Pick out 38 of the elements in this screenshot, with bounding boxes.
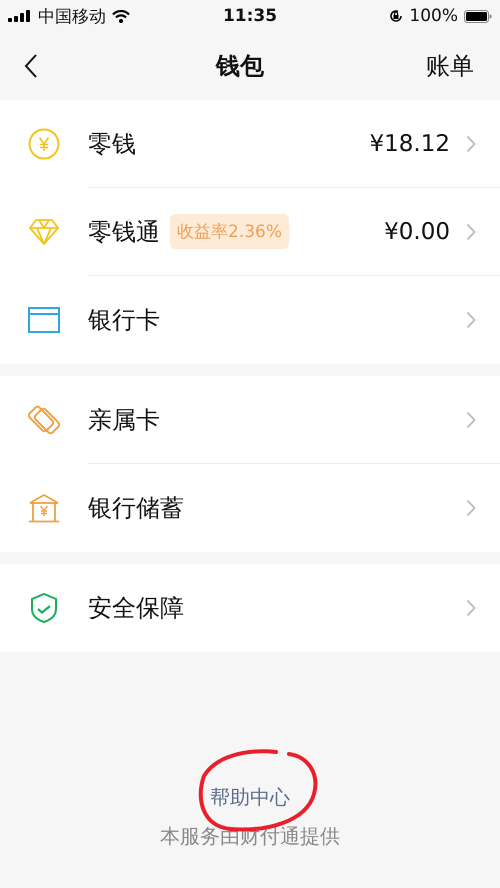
- rotation-lock-icon: [389, 9, 404, 23]
- menu-item[interactable]: 银行卡: [0, 276, 500, 364]
- help-center-link[interactable]: 帮助中心: [210, 785, 290, 809]
- carrier-name: 中国移动: [38, 6, 106, 28]
- balance-amount: ¥18.12: [370, 130, 450, 156]
- item-label: 零钱通: [88, 216, 160, 248]
- chevron-icon: [466, 499, 476, 517]
- item-label: 安全保障: [88, 593, 184, 624]
- chevron-icon: [466, 311, 476, 329]
- menu-item[interactable]: 安全保障: [0, 564, 500, 652]
- item-label: 银行卡: [88, 305, 160, 336]
- menu-item[interactable]: 银行储蓄: [0, 464, 500, 552]
- bank-building-icon: [28, 493, 60, 523]
- status-time: 11:35: [222, 6, 278, 26]
- item-label: 零钱: [88, 128, 136, 160]
- menu-item[interactable]: 亲属卡: [0, 376, 500, 464]
- battery-percent: 100%: [409, 6, 458, 26]
- shield-check-icon: [30, 592, 58, 624]
- back-icon: [24, 53, 38, 79]
- battery-icon: [464, 10, 492, 22]
- bill-button[interactable]: 账单: [426, 50, 474, 82]
- item-label: 银行储蓄: [88, 493, 184, 524]
- item-label: 亲属卡: [88, 404, 160, 436]
- wifi-icon: [112, 10, 130, 22]
- page-title: 钱包: [216, 51, 264, 82]
- chevron-icon: [466, 222, 476, 240]
- menu-item[interactable]: 零钱 ¥18.12: [0, 100, 500, 188]
- chevron-icon: [466, 599, 476, 617]
- signal-icon: [8, 10, 32, 22]
- balance-amount: ¥0.00: [384, 218, 450, 244]
- diamond-icon: [28, 218, 60, 246]
- linked-cards-icon: [28, 404, 60, 436]
- menu-item[interactable]: 零钱通 收益率2.36% ¥0.00: [0, 188, 500, 276]
- bank-card-icon: [28, 307, 60, 333]
- chevron-icon: [466, 134, 476, 152]
- yield-badge: 收益率2.36%: [170, 214, 290, 249]
- yen-coin-icon: [28, 128, 60, 160]
- chevron-icon: [466, 410, 476, 428]
